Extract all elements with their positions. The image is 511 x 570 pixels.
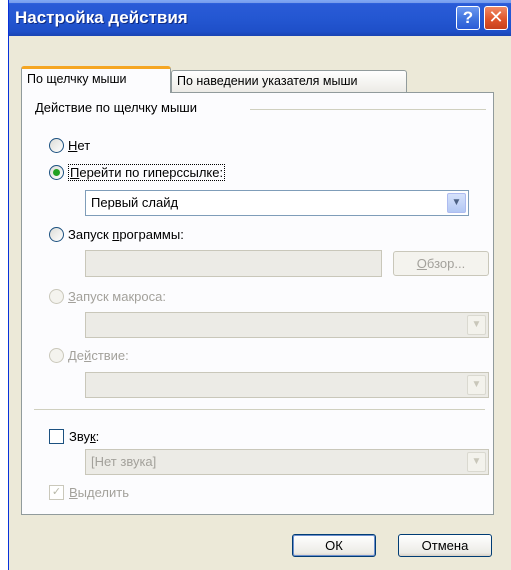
help-button[interactable]: ?	[456, 6, 480, 30]
dialog-title: Настройка действия	[15, 8, 188, 27]
browse-button[interactable]: Обзор...	[393, 251, 489, 276]
sound-option[interactable]: Звук:	[49, 427, 99, 445]
option-program-label: Запуск программы:	[68, 226, 184, 242]
option-macro-label: Запуск макроса:	[68, 288, 166, 304]
action-settings-dialog: Настройка действия ? ✕ По щелчку мыши По…	[8, 0, 511, 570]
hyperlink-select-value: Первый слайд	[91, 195, 179, 210]
option-none-label: Нет	[68, 137, 91, 153]
question-mark-icon: ?	[462, 8, 474, 27]
option-hyperlink[interactable]: Перейти по гиперссылке:	[49, 163, 226, 181]
highlight-label: Выделить	[69, 484, 129, 500]
cancel-button[interactable]: Отмена	[398, 534, 492, 557]
tab-on-hover[interactable]: По наведении указателя мыши	[171, 70, 407, 92]
group-divider	[250, 109, 486, 110]
title-bar[interactable]: Настройка действия ? ✕	[9, 0, 511, 36]
chevron-down-icon[interactable]: ▼	[467, 452, 486, 472]
radio-action[interactable]	[49, 347, 64, 363]
highlight-option[interactable]: ✓ Выделить	[49, 483, 129, 501]
option-none[interactable]: Нет	[49, 136, 90, 154]
radio-hyperlink[interactable]	[49, 164, 64, 180]
radio-none[interactable]	[49, 137, 64, 153]
action-select[interactable]: ▼	[85, 372, 489, 398]
chevron-down-icon[interactable]: ▼	[447, 193, 466, 213]
option-action[interactable]: Действие:	[49, 346, 129, 364]
option-action-label: Действие:	[68, 347, 129, 363]
close-icon: ✕	[488, 7, 504, 27]
sound-select[interactable]: [Нет звука] ▼	[85, 449, 489, 475]
checkmark-icon: ✓	[51, 485, 62, 498]
option-hyperlink-label: Перейти по гиперссылке:	[68, 163, 226, 181]
macro-select[interactable]: ▼	[85, 312, 489, 338]
radio-macro[interactable]	[49, 288, 64, 304]
chevron-down-icon[interactable]: ▼	[467, 315, 486, 335]
program-path-input[interactable]	[85, 250, 382, 277]
radio-program[interactable]	[49, 226, 64, 242]
sound-checkbox[interactable]	[49, 428, 64, 444]
tab-panel: Действие по щелчку мыши Нет Перейти по г…	[21, 92, 494, 515]
tab-on-click[interactable]: По щелчку мыши	[21, 66, 171, 93]
option-program[interactable]: Запуск программы:	[49, 225, 184, 243]
chevron-down-icon[interactable]: ▼	[467, 375, 486, 395]
ok-button[interactable]: ОК	[292, 534, 376, 557]
option-macro[interactable]: Запуск макроса:	[49, 287, 166, 305]
highlight-checkbox[interactable]: ✓	[49, 484, 64, 500]
hyperlink-select[interactable]: Первый слайд ▼	[85, 190, 469, 216]
close-button[interactable]: ✕	[484, 6, 508, 30]
group-legend: Действие по щелчку мыши	[35, 100, 203, 115]
sound-label: Звук:	[69, 428, 100, 444]
sound-select-value: [Нет звука]	[91, 454, 157, 469]
section-divider	[34, 409, 485, 410]
